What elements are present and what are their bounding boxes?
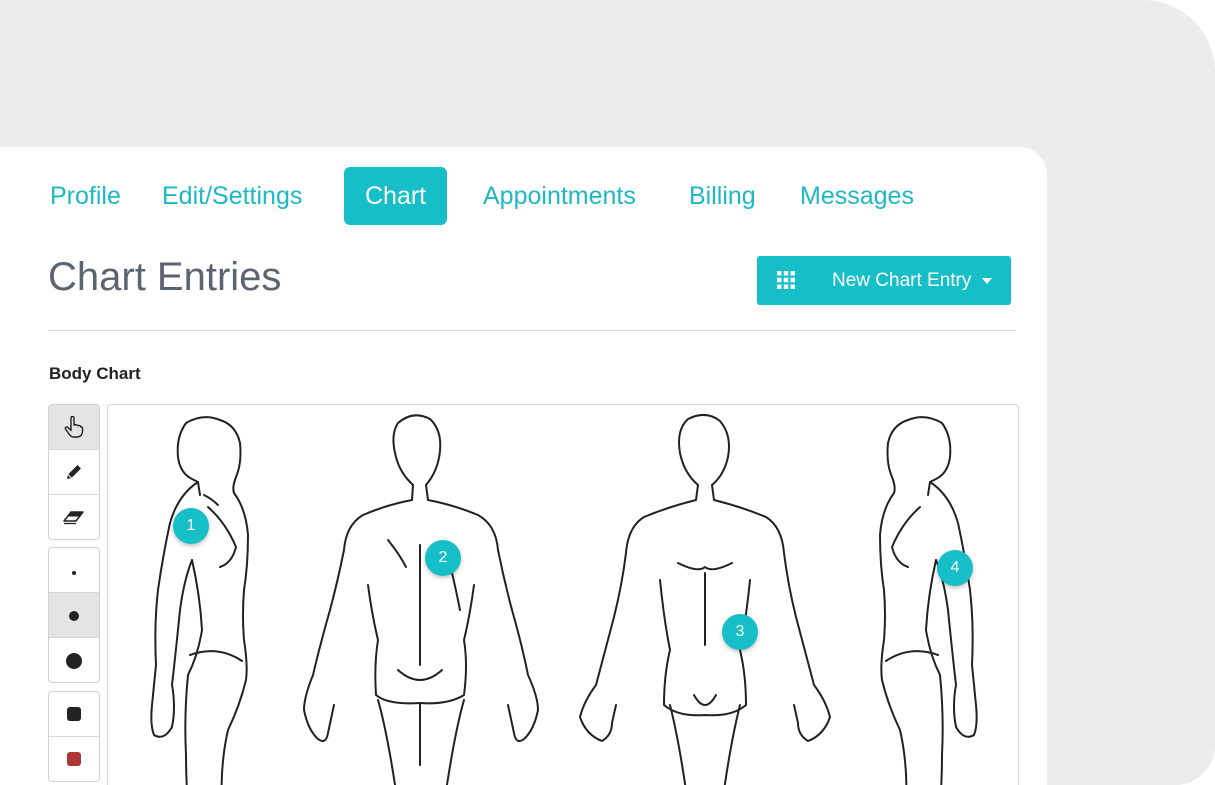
tab-edit-settings[interactable]: Edit/Settings xyxy=(162,167,302,225)
pencil-tool-button[interactable] xyxy=(49,450,99,495)
color-black-swatch xyxy=(67,707,81,721)
body-chart-label: Body Chart xyxy=(49,364,141,383)
color-black-button[interactable] xyxy=(49,692,99,737)
body-marker-1[interactable]: 1 xyxy=(173,508,209,544)
pointer-hand-icon xyxy=(64,416,84,438)
eraser-icon xyxy=(63,511,84,525)
color-red-swatch xyxy=(67,752,81,766)
size-small-button[interactable] xyxy=(49,548,99,593)
size-large-button[interactable] xyxy=(49,638,99,682)
caret-down-icon xyxy=(982,278,992,284)
tab-billing[interactable]: Billing xyxy=(689,167,756,225)
tool-group xyxy=(48,404,100,540)
size-medium-button[interactable] xyxy=(49,593,99,638)
pencil-icon xyxy=(67,465,81,479)
tab-chart[interactable]: Chart xyxy=(344,167,448,225)
page-title: Chart Entries xyxy=(48,255,282,299)
body-chart-canvas[interactable]: 1 2 3 4 xyxy=(107,404,1019,785)
tab-messages[interactable]: Messages xyxy=(800,167,914,225)
new-chart-entry-button[interactable]: New Chart Entry xyxy=(757,256,1011,305)
nav-tabs: Profile Edit/Settings Chart Appointments… xyxy=(0,167,1047,227)
color-group xyxy=(48,691,100,782)
size-small-dot xyxy=(72,571,76,575)
brush-size-group xyxy=(48,547,100,683)
body-marker-3[interactable]: 3 xyxy=(722,614,758,650)
color-red-button[interactable] xyxy=(49,737,99,781)
figure-front xyxy=(579,414,831,785)
figure-side-right xyxy=(879,416,978,785)
divider xyxy=(48,330,1016,331)
tab-profile[interactable]: Profile xyxy=(50,167,121,225)
tab-appointments[interactable]: Appointments xyxy=(483,167,636,225)
body-marker-2[interactable]: 2 xyxy=(425,540,461,576)
eraser-tool-button[interactable] xyxy=(49,495,99,539)
app-panel: Profile Edit/Settings Chart Appointments… xyxy=(0,147,1047,785)
grid-icon xyxy=(777,271,795,289)
size-large-dot xyxy=(66,653,82,669)
figure-back xyxy=(303,414,539,785)
figure-side-left xyxy=(150,416,249,785)
new-chart-entry-label: New Chart Entry xyxy=(832,270,972,291)
body-diagram xyxy=(150,414,978,785)
body-marker-4[interactable]: 4 xyxy=(937,550,973,586)
pointer-tool-button[interactable] xyxy=(49,405,99,450)
size-medium-dot xyxy=(69,611,79,621)
